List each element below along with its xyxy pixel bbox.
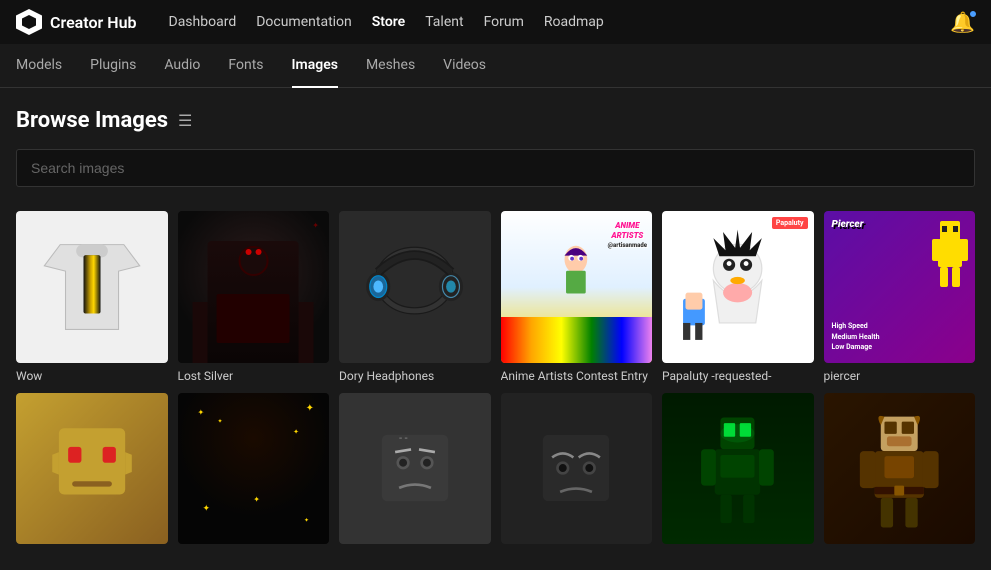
filter-icon[interactable]: ☰ — [178, 111, 192, 130]
image-thumb-papaluty: Papaluty — [662, 211, 814, 363]
tab-models[interactable]: Models — [16, 44, 62, 88]
tab-images[interactable]: Images — [292, 44, 338, 88]
image-card-piercer[interactable]: Piercer High SpeedMedium HealthLow Damag… — [824, 211, 976, 383]
image-label-anime: Anime Artists Contest Entry — [501, 369, 653, 383]
image-card-wow[interactable]: Wow — [16, 211, 168, 383]
papaluty-badge: Papaluty — [772, 217, 808, 229]
top-nav-right: 🔔 — [950, 10, 975, 34]
image-card-lost-silver[interactable]: ✦ Lost Silver — [178, 211, 330, 383]
image-thumb-row2-3: - - — [339, 393, 491, 545]
tab-meshes[interactable]: Meshes — [366, 44, 415, 88]
tab-videos[interactable]: Videos — [443, 44, 486, 88]
piercer-title: Piercer — [832, 219, 864, 230]
main-content: Browse Images ☰ — [0, 88, 991, 570]
image-card-row2-2[interactable]: ✦ ✦ ✦ ✦ ✦ ✦ ✦ — [178, 393, 330, 551]
image-card-anime[interactable]: ANIMEARTISTS@artisanmade Anime Artists C… — [501, 211, 653, 383]
top-nav-links: Dashboard Documentation Store Talent For… — [169, 14, 927, 30]
image-thumb-row2-1 — [16, 393, 168, 545]
image-thumb-row2-2: ✦ ✦ ✦ ✦ ✦ ✦ ✦ — [178, 393, 330, 545]
image-thumb-dory-headphones — [339, 211, 491, 363]
image-grid-row2: ✦ ✦ ✦ ✦ ✦ ✦ ✦ — [16, 393, 975, 551]
secondary-navigation: Models Plugins Audio Fonts Images Meshes… — [0, 44, 991, 88]
image-grid-row1: Wow ✦ — [16, 211, 975, 383]
image-card-dory-headphones[interactable]: Dory Headphones — [339, 211, 491, 383]
image-thumb-piercer: Piercer High SpeedMedium HealthLow Damag… — [824, 211, 976, 363]
image-label-papaluty: Papaluty -requested- — [662, 369, 814, 383]
piercer-stats: High SpeedMedium HealthLow Damage — [832, 321, 880, 353]
nav-talent[interactable]: Talent — [425, 14, 463, 30]
image-label-piercer: piercer — [824, 369, 976, 383]
image-label-dory-headphones: Dory Headphones — [339, 369, 491, 383]
browse-title: Browse Images — [16, 108, 168, 133]
image-card-papaluty[interactable]: Papaluty — [662, 211, 814, 383]
tab-fonts[interactable]: Fonts — [228, 44, 263, 88]
logo-icon — [16, 9, 42, 35]
image-card-row2-4[interactable] — [501, 393, 653, 551]
nav-forum[interactable]: Forum — [484, 14, 524, 30]
tab-audio[interactable]: Audio — [164, 44, 200, 88]
notification-dot — [969, 10, 977, 18]
image-label-wow: Wow — [16, 369, 168, 383]
image-card-row2-1[interactable] — [16, 393, 168, 551]
search-input[interactable] — [16, 149, 975, 187]
search-container — [16, 149, 975, 187]
nav-dashboard[interactable]: Dashboard — [169, 14, 237, 30]
image-thumb-row2-4 — [501, 393, 653, 545]
image-thumb-row2-5 — [662, 393, 814, 545]
tab-plugins[interactable]: Plugins — [90, 44, 136, 88]
notification-bell[interactable]: 🔔 — [950, 10, 975, 34]
logo[interactable]: Creator Hub — [16, 9, 137, 35]
nav-documentation[interactable]: Documentation — [256, 14, 352, 30]
image-thumb-row2-6 — [824, 393, 976, 545]
nav-store[interactable]: Store — [372, 14, 405, 30]
logo-text: Creator Hub — [50, 13, 137, 32]
image-thumb-wow — [16, 211, 168, 363]
image-label-lost-silver: Lost Silver — [178, 369, 330, 383]
image-thumb-anime: ANIMEARTISTS@artisanmade — [501, 211, 653, 363]
nav-roadmap[interactable]: Roadmap — [544, 14, 604, 30]
top-navigation: Creator Hub Dashboard Documentation Stor… — [0, 0, 991, 44]
browse-header: Browse Images ☰ — [16, 108, 975, 133]
image-card-row2-6[interactable] — [824, 393, 976, 551]
image-card-row2-5[interactable] — [662, 393, 814, 551]
image-card-row2-3[interactable]: - - — [339, 393, 491, 551]
svg-text:- -: - - — [399, 432, 408, 445]
image-thumb-lost-silver: ✦ — [178, 211, 330, 363]
